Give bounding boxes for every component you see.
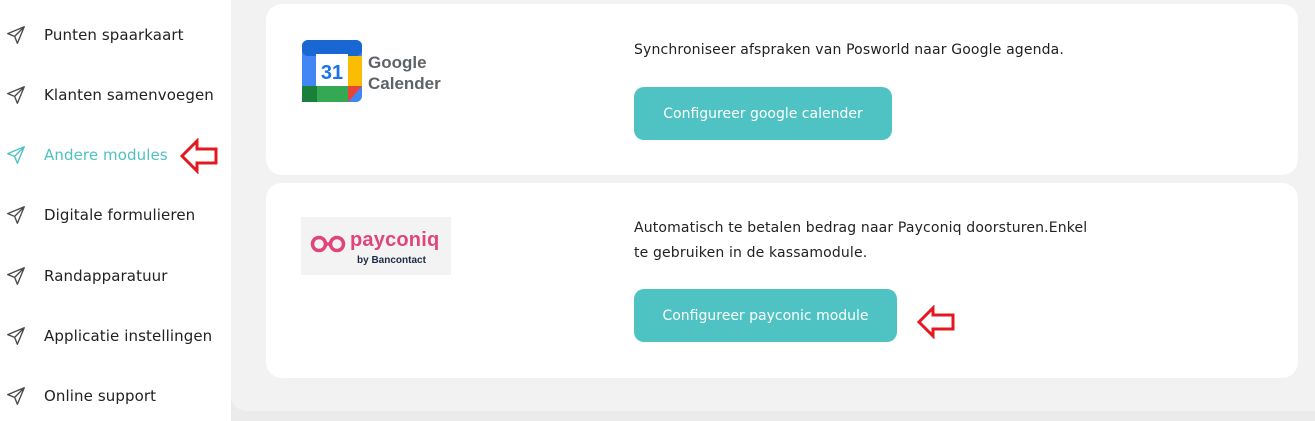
payconiq-description: Automatisch te betalen bedrag naar Payco… [634,216,1087,266]
sidebar: Punten spaarkaart Klanten samenvoegen An… [0,0,231,421]
sidebar-item-digitale-formulieren[interactable]: Digitale formulieren [0,200,231,230]
payconiq-infinity-icon [310,235,346,253]
sidebar-item-applicatie-instellingen[interactable]: Applicatie instellingen [0,321,231,351]
description-line: Automatisch te betalen bedrag naar Payco… [634,220,1088,236]
description-line: te gebruiken in de kassamodule. [634,245,868,261]
logo-line-calender: Calender [368,74,441,93]
payconiq-subtitle: by Bancontact [357,255,426,266]
sidebar-item-klanten-samenvoegen[interactable]: Klanten samenvoegen [0,80,231,110]
sidebar-item-label: Digitale formulieren [44,206,196,224]
google-calendar-icon: 31 [302,40,362,102]
payconiq-logo: payconiq by Bancontact [301,217,451,275]
send-icon [7,26,25,44]
google-calendar-module-card: 31 Google Calender Synchroniseer afsprak… [266,4,1298,175]
send-icon [7,146,25,164]
sidebar-item-punten-spaarkaart[interactable]: Punten spaarkaart [0,20,231,50]
configure-payconiq-module-button[interactable]: Configureer payconic module [634,289,897,342]
sidebar-item-online-support[interactable]: Online support [0,381,231,411]
payconiq-module-card: payconiq by Bancontact Automatisch te be… [266,183,1298,378]
send-icon [7,86,25,104]
sidebar-item-label: Punten spaarkaart [44,26,184,44]
payconiq-wordmark: payconiq [350,229,440,251]
google-calendar-description: Synchroniseer afspraken van Posworld naa… [634,42,1064,58]
modules-panel: 31 Google Calender Synchroniseer afsprak… [231,0,1315,411]
sidebar-item-label: Randapparatuur [44,267,168,285]
sidebar-item-label: Applicatie instellingen [44,327,213,345]
send-icon [7,267,25,285]
send-icon [7,387,25,405]
annotation-arrow-icon [916,305,955,339]
calendar-date-number: 31 [321,62,343,84]
sidebar-item-label: Klanten samenvoegen [44,86,214,104]
send-icon [7,206,25,224]
sidebar-item-randapparatuur[interactable]: Randapparatuur [0,261,231,291]
configure-google-calendar-button[interactable]: Configureer google calender [634,87,892,140]
logo-line-google: Google [368,53,427,72]
sidebar-item-label: Online support [44,387,157,405]
sidebar-item-label: Andere modules [44,146,168,164]
google-calendar-wordmark: Google Calender [368,52,441,94]
annotation-arrow-icon [179,138,218,174]
google-calendar-logo: 31 Google Calender [302,40,462,106]
send-icon [7,327,25,345]
